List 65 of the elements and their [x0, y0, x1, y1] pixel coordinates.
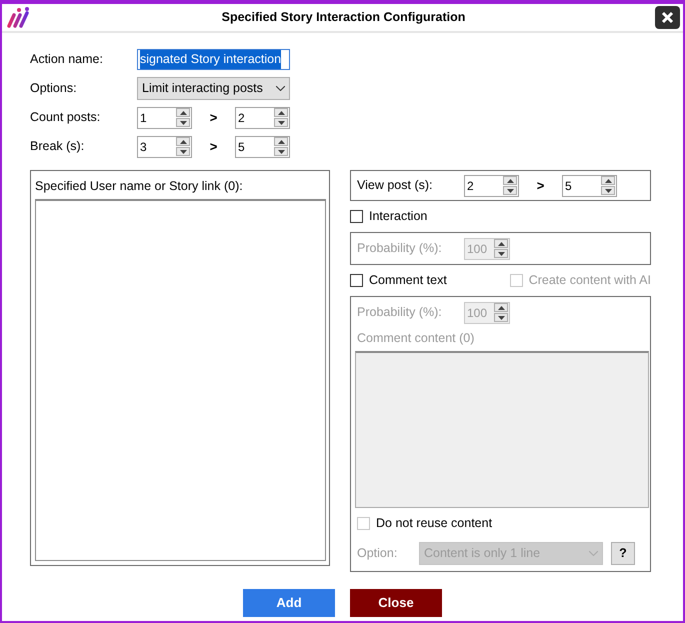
- spin-up-button[interactable]: [274, 108, 288, 117]
- field-label: Probability (%):: [357, 304, 443, 322]
- number-spinner[interactable]: 2: [464, 174, 519, 196]
- up-arrow-icon: [498, 306, 504, 310]
- add-button[interactable]: Add: [243, 588, 335, 617]
- logo-icon: [6, 6, 32, 28]
- down-arrow-icon: [498, 316, 504, 320]
- up-arrow-icon: [278, 110, 284, 114]
- down-arrow-icon: [180, 120, 186, 124]
- spin-up-button[interactable]: [601, 176, 615, 185]
- number-field[interactable]: 2: [465, 176, 501, 194]
- field-label: Option:: [357, 544, 398, 562]
- spin-up-button[interactable]: [176, 108, 190, 117]
- field-label: Probability (%):: [357, 240, 443, 258]
- up-arrow-icon: [180, 110, 186, 114]
- up-arrow-icon: [498, 242, 504, 246]
- number-spinner[interactable]: 2: [235, 106, 290, 128]
- close-icon: [661, 11, 674, 24]
- down-arrow-icon: [604, 188, 612, 192]
- down-arrow-icon: [506, 188, 514, 192]
- down-arrow-icon: [278, 150, 284, 154]
- spin-down-button[interactable]: [176, 147, 190, 156]
- spin-down-button[interactable]: [601, 186, 615, 195]
- range-separator: >: [208, 138, 218, 156]
- chevron-icon: [589, 550, 598, 556]
- number-field[interactable]: 3: [138, 138, 174, 156]
- field-label: Action name:: [30, 51, 104, 68]
- checkbox[interactable]: Comment text: [350, 265, 510, 296]
- close-button[interactable]: Close: [350, 588, 442, 617]
- range-separator: >: [536, 176, 546, 195]
- number-field[interactable]: 5: [236, 138, 272, 156]
- dropdown[interactable]: Limit interacting posts: [137, 77, 290, 100]
- up-arrow-icon: [506, 178, 514, 182]
- range-separator: >: [208, 108, 218, 127]
- checkbox[interactable]: Interaction: [350, 201, 651, 232]
- spin-down-button[interactable]: [176, 118, 190, 127]
- number-field[interactable]: 5: [563, 176, 599, 194]
- down-arrow-icon: [498, 252, 504, 256]
- spin-up-button[interactable]: [274, 137, 288, 146]
- up-arrow-icon: [604, 178, 612, 182]
- panel-label: Specified User name or Story link (0):: [35, 178, 244, 195]
- down-arrow-icon: [180, 150, 186, 154]
- chevron-icon: [276, 86, 285, 91]
- up-arrow-icon: [278, 140, 284, 144]
- spin-down-button[interactable]: [503, 186, 517, 195]
- spin-down-button[interactable]: [274, 118, 288, 127]
- number-field[interactable]: 1: [138, 108, 174, 126]
- spin-down-button[interactable]: [274, 147, 288, 156]
- number-field[interactable]: 2: [236, 108, 272, 126]
- down-arrow-icon: [278, 120, 284, 124]
- number-spinner[interactable]: 5: [562, 174, 617, 196]
- close-button[interactable]: [655, 6, 680, 29]
- field-label: View post (s):: [357, 177, 434, 194]
- spin-up-button[interactable]: [503, 176, 517, 185]
- number-spinner[interactable]: 1: [137, 106, 192, 128]
- number-spinner[interactable]: 3: [137, 136, 192, 158]
- spin-up-button[interactable]: [176, 137, 190, 146]
- field-label: Comment content (0): [357, 330, 476, 347]
- field-label: Options:: [30, 80, 78, 98]
- window-title: Specified Story Interaction Configuration: [220, 9, 466, 26]
- number-spinner[interactable]: 5: [235, 136, 290, 158]
- text-field[interactable]: signated Story interaction: [137, 49, 290, 70]
- field-label: Count posts:: [30, 109, 102, 126]
- field-label: Break (s):: [30, 138, 86, 156]
- up-arrow-icon: [180, 140, 186, 144]
